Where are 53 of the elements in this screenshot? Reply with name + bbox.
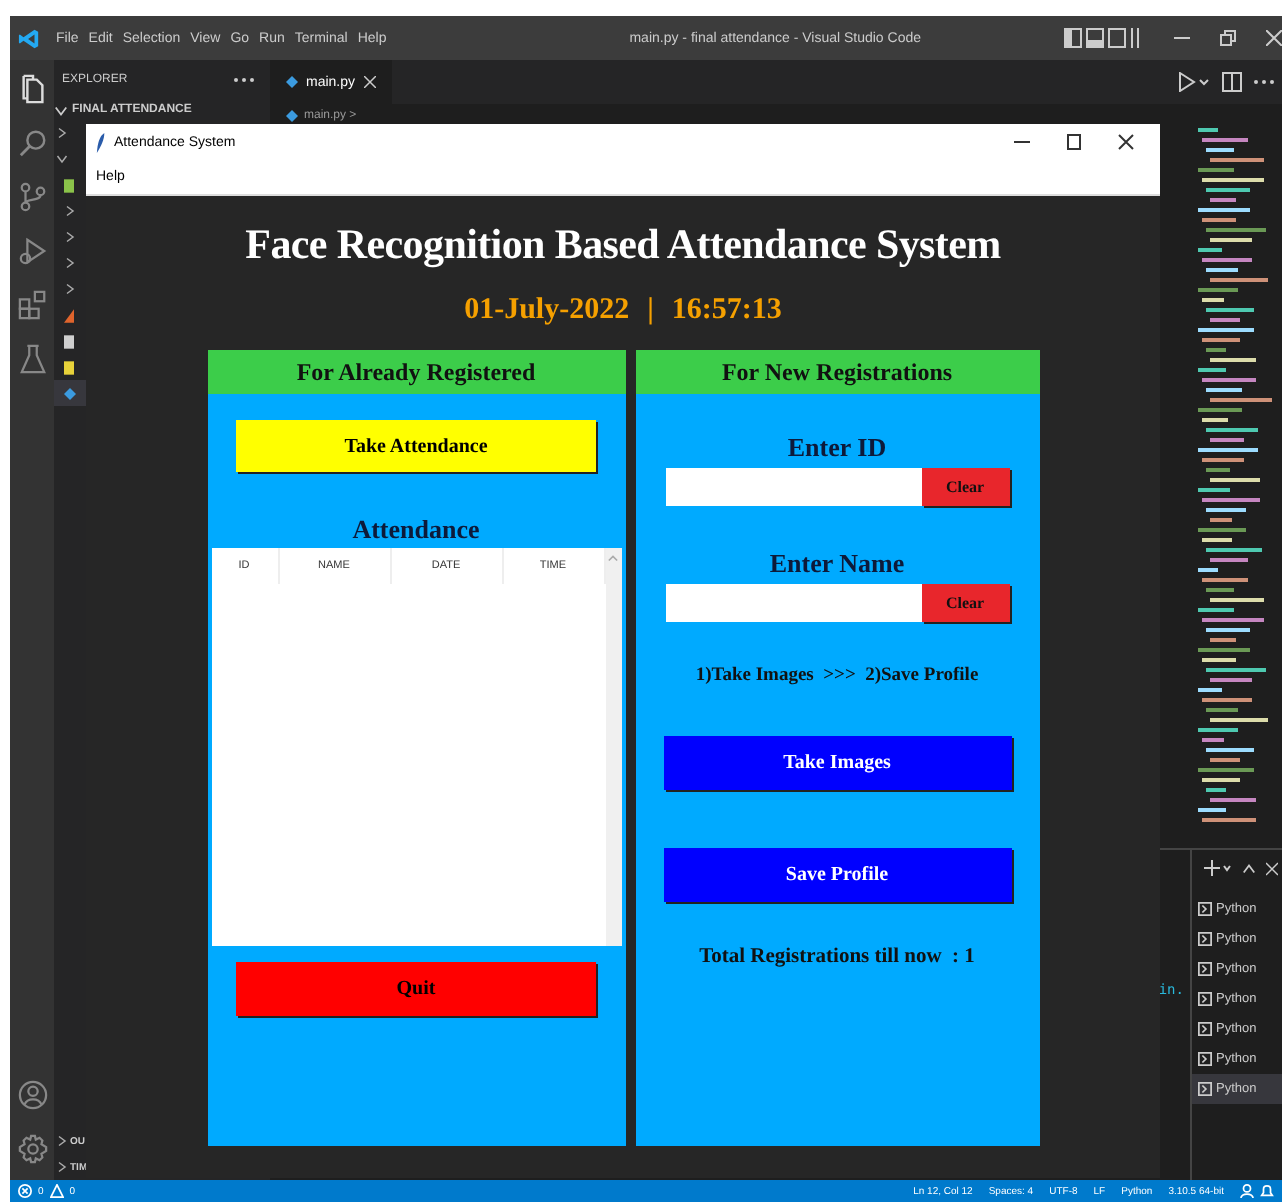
terminal-icon bbox=[1198, 992, 1212, 1006]
app-heading: Face Recognition Based Attendance System bbox=[245, 220, 1001, 270]
flask-icon[interactable] bbox=[17, 344, 47, 374]
clear-button[interactable]: Clear bbox=[921, 468, 1009, 506]
instructions-text: 1)Take Images >>> 2)Save Profile bbox=[695, 666, 979, 686]
terminal-icon bbox=[1198, 962, 1212, 976]
terminal-icon bbox=[1198, 1022, 1212, 1036]
vscode-logo-icon bbox=[18, 27, 40, 49]
feather-icon bbox=[96, 131, 106, 153]
take-attendance-button[interactable]: Take Attendance bbox=[236, 420, 596, 472]
person-icon[interactable] bbox=[1240, 1184, 1254, 1198]
split-editor-icon[interactable] bbox=[1222, 72, 1242, 92]
run-icon[interactable] bbox=[1178, 72, 1210, 92]
file-icon[interactable] bbox=[64, 177, 74, 193]
account-icon[interactable] bbox=[17, 1080, 47, 1110]
take-images-button[interactable]: Take Images bbox=[663, 736, 1011, 790]
date-text: 01-July-2022 bbox=[464, 294, 630, 328]
chevron-up-icon[interactable] bbox=[1242, 861, 1256, 875]
python-file-icon bbox=[286, 108, 298, 124]
python-file-icon[interactable] bbox=[64, 385, 76, 401]
warning-icon[interactable] bbox=[49, 1184, 64, 1198]
extensions-icon[interactable] bbox=[17, 290, 47, 320]
python-file-icon bbox=[286, 74, 298, 90]
restore-icon[interactable] bbox=[1220, 30, 1236, 46]
name-input-field[interactable] bbox=[665, 584, 921, 622]
section-label: Attendance bbox=[352, 514, 480, 546]
settings-icon[interactable] bbox=[17, 1134, 47, 1164]
save-profile-button[interactable]: Save Profile bbox=[663, 848, 1011, 902]
quit-button[interactable]: Quit bbox=[236, 962, 596, 1016]
files-icon[interactable] bbox=[17, 74, 47, 104]
terminal-icon bbox=[1198, 932, 1212, 946]
panel-header: For New Registrations bbox=[635, 350, 1039, 394]
branch-icon[interactable] bbox=[17, 182, 47, 212]
clear-button[interactable]: Clear bbox=[921, 584, 1009, 622]
layout-icon[interactable] bbox=[1064, 28, 1144, 48]
field-label: Enter ID bbox=[787, 432, 887, 464]
field-label: Enter Name bbox=[769, 548, 905, 580]
terminal-icon bbox=[1198, 1082, 1212, 1096]
bell-icon[interactable] bbox=[1260, 1184, 1274, 1198]
time-text: 16:57:13 bbox=[671, 294, 782, 328]
search-icon[interactable] bbox=[17, 128, 47, 158]
error-icon[interactable] bbox=[18, 1184, 32, 1198]
terminal-icon bbox=[1198, 1052, 1212, 1066]
close-icon[interactable] bbox=[1118, 134, 1134, 150]
add-icon[interactable] bbox=[1204, 860, 1232, 876]
separator-text: | bbox=[647, 294, 654, 328]
registration-count: Total Registrations till now : 1 bbox=[699, 946, 975, 968]
panel-header: For Already Registered bbox=[207, 350, 625, 394]
run-debug-icon[interactable] bbox=[17, 236, 47, 266]
terminal-icon bbox=[1198, 902, 1212, 916]
id-input-field[interactable] bbox=[665, 468, 921, 506]
maximize-icon[interactable] bbox=[1066, 134, 1082, 150]
scrollbar[interactable] bbox=[605, 548, 621, 946]
